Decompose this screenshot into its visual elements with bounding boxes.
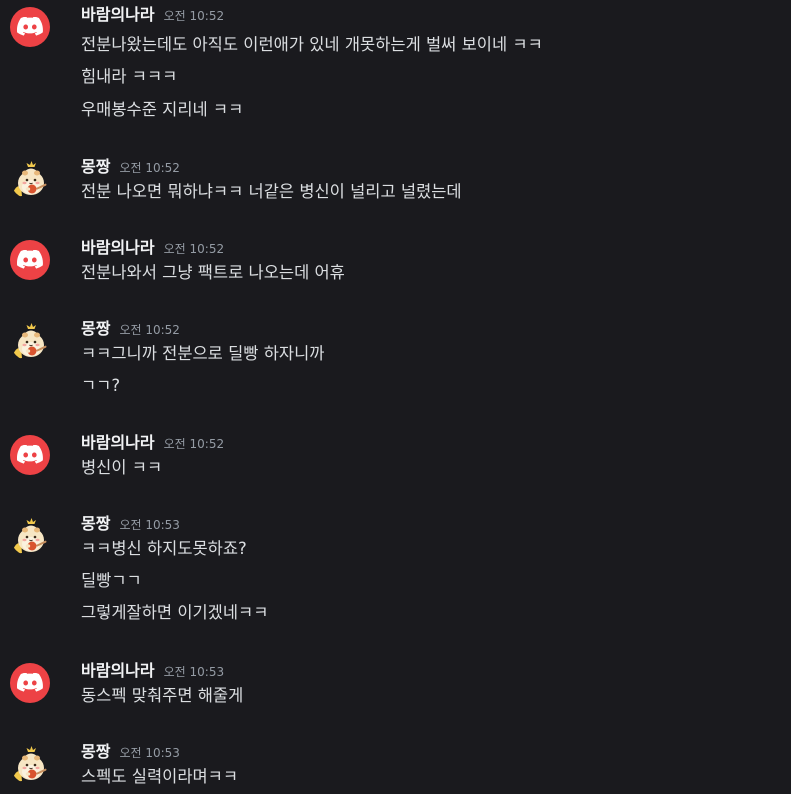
username[interactable]: 바람의나라: [81, 660, 155, 682]
hamster-avatar-icon[interactable]: [10, 159, 50, 199]
username[interactable]: 바람의나라: [81, 237, 155, 259]
timestamp: 오전 10:52: [163, 9, 225, 23]
hamster-avatar-icon[interactable]: [10, 516, 50, 556]
message-text: ㅋㅋ병신 하지도못하죠?: [81, 539, 247, 558]
message-header: 바람의나라 오전 10:52: [81, 432, 224, 456]
username[interactable]: 몽짱: [81, 513, 110, 535]
discord-logo-icon[interactable]: [10, 663, 50, 703]
message-text: ㅋㅋ그니까 전분으로 딜빵 하자니까: [81, 344, 325, 363]
username[interactable]: 몽짱: [81, 156, 110, 178]
message-text: 스펙도 실력이라며ㅋㅋ: [81, 767, 239, 786]
hamster-avatar-icon[interactable]: [10, 744, 50, 784]
message-text: 전분나왔는데도 아직도 이런애가 있네 개못하는게 벌써 보이네 ㅋㅋ: [81, 35, 543, 54]
timestamp: 오전 10:52: [119, 161, 180, 175]
message-text: 전분 나오면 뭐하냐ㅋㅋ 너같은 병신이 널리고 널렸는데: [81, 182, 462, 201]
message-text: 힘내라 ㅋㅋㅋ: [81, 67, 178, 86]
message-text: 우매봉수준 지리네 ㅋㅋ: [81, 100, 244, 119]
chat-message-list: 바람의나라 오전 10:52 전분나왔는데도 아직도 이런애가 있네 개못하는게…: [0, 0, 791, 794]
message-text: 동스펙 맞춰주면 해줄게: [81, 686, 244, 705]
timestamp: 오전 10:53: [163, 665, 225, 679]
username[interactable]: 바람의나라: [81, 4, 155, 26]
timestamp: 오전 10:52: [163, 437, 225, 451]
discord-logo-icon[interactable]: [10, 7, 50, 47]
message-text: 전분나와서 그냥 팩트로 나오는데 어휴: [81, 263, 345, 282]
message-text: ㄱㄱ?: [81, 376, 121, 395]
timestamp: 오전 10:52: [119, 323, 180, 337]
message-header: 몽짱 오전 10:53: [81, 513, 180, 537]
timestamp: 오전 10:53: [119, 518, 180, 532]
message-header: 바람의나라 오전 10:52: [81, 237, 224, 261]
message-text: 병신이 ㅋㅋ: [81, 458, 163, 477]
hamster-avatar-icon[interactable]: [10, 321, 50, 361]
message-text: 딜빵ㄱㄱ: [81, 571, 142, 590]
message-header: 몽짱 오전 10:52: [81, 318, 180, 342]
message-header: 바람의나라 오전 10:53: [81, 660, 224, 684]
discord-logo-icon[interactable]: [10, 240, 50, 280]
discord-logo-icon[interactable]: [10, 435, 50, 475]
timestamp: 오전 10:53: [119, 746, 180, 760]
timestamp: 오전 10:52: [163, 242, 225, 256]
username[interactable]: 몽짱: [81, 741, 110, 763]
message-header: 바람의나라 오전 10:52: [81, 4, 224, 28]
username[interactable]: 바람의나라: [81, 432, 155, 454]
message-text: 그렇게잘하면 이기겠네ㅋㅋ: [81, 603, 269, 622]
username[interactable]: 몽짱: [81, 318, 110, 340]
message-header: 몽짱 오전 10:53: [81, 741, 180, 765]
message-header: 몽짱 오전 10:52: [81, 156, 180, 180]
